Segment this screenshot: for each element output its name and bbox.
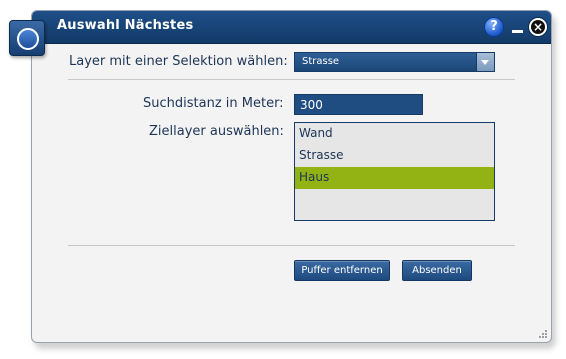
submit-button[interactable]: Absenden	[402, 260, 472, 281]
resize-grip-icon[interactable]	[538, 329, 547, 338]
target-layer-list[interactable]: Wand Strasse Haus	[294, 122, 495, 221]
help-icon[interactable]: ?	[484, 17, 504, 37]
divider-bottom	[68, 245, 515, 246]
close-glyph: ×	[532, 20, 544, 34]
layer-select-value: Strasse	[302, 56, 340, 67]
layer-select[interactable]: Strasse	[294, 52, 495, 72]
dialog-titlebar[interactable]: Auswahl Nächstes ? ×	[32, 11, 551, 44]
list-item-wand[interactable]: Wand	[295, 123, 494, 145]
clear-buffer-button[interactable]: Puffer entfernen	[294, 260, 390, 281]
list-item-haus[interactable]: Haus	[295, 167, 494, 189]
dialog-window: Auswahl Nächstes ? × Layer mit einer Sel…	[31, 10, 552, 343]
target-layer-label: Ziellayer auswählen:	[149, 124, 284, 139]
minimize-icon[interactable]	[511, 19, 525, 35]
distance-input[interactable]: 300	[294, 94, 423, 115]
app-icon	[9, 20, 45, 56]
dropdown-arrow-icon[interactable]	[476, 53, 494, 71]
distance-label: Suchdistanz in Meter:	[143, 96, 284, 111]
list-item-strasse[interactable]: Strasse	[295, 145, 494, 167]
dialog-title: Auswahl Nächstes	[57, 18, 194, 33]
close-icon[interactable]: ×	[528, 17, 548, 37]
divider-top	[68, 79, 515, 80]
layer-select-label: Layer mit einer Selektion wählen:	[69, 54, 288, 69]
